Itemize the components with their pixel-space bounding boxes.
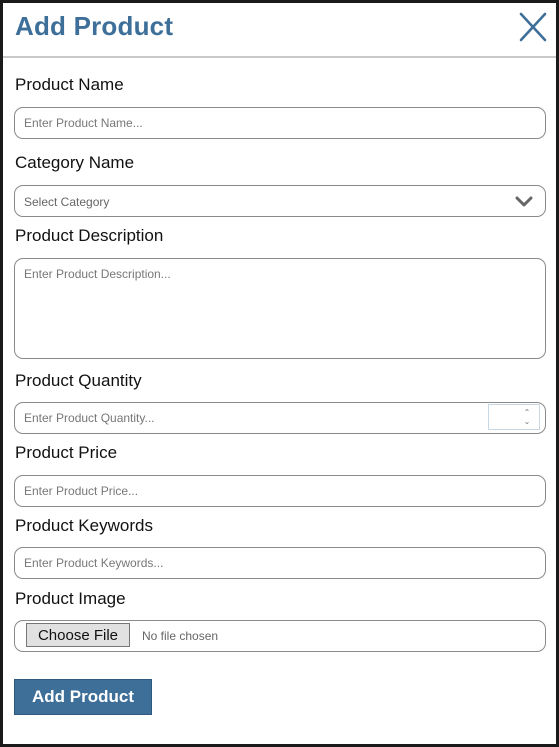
product-price-input[interactable] (14, 475, 546, 507)
add-product-button[interactable]: Add Product (14, 679, 152, 715)
category-select-box[interactable]: Select Category (14, 185, 546, 217)
category-select[interactable]: Select Category (14, 185, 546, 217)
product-keywords-label: Product Keywords (15, 516, 153, 535)
product-keywords-input[interactable] (14, 547, 546, 579)
product-quantity-wrapper: ⌃ ⌄ (14, 402, 546, 434)
choose-file-button[interactable]: Choose File (26, 623, 130, 647)
add-product-modal: Add Product Product Name Category Name S… (0, 0, 559, 747)
product-quantity-input[interactable] (14, 402, 546, 434)
product-price-label: Product Price (15, 443, 118, 462)
chevron-down-icon (515, 195, 533, 209)
stepper-up-icon[interactable]: ⌃ (523, 409, 531, 417)
product-quantity-label: Product Quantity (15, 371, 142, 390)
product-name-label: Product Name (15, 75, 124, 94)
category-name-label: Category Name (15, 153, 135, 172)
product-image-file-input[interactable]: Choose File No file chosen (14, 620, 546, 652)
category-selected-value: Select Category (24, 195, 110, 209)
product-description-label: Product Description (15, 226, 164, 245)
product-name-input[interactable] (14, 107, 546, 139)
modal-header: Add Product (3, 3, 556, 58)
product-description-textarea[interactable] (14, 258, 546, 359)
modal-title: Add Product (15, 11, 174, 41)
close-icon[interactable] (518, 11, 548, 43)
stepper-down-icon[interactable]: ⌄ (523, 418, 531, 426)
file-status-text: No file chosen (142, 629, 219, 643)
product-image-label: Product Image (15, 589, 126, 608)
quantity-stepper[interactable]: ⌃ ⌄ (488, 404, 540, 430)
